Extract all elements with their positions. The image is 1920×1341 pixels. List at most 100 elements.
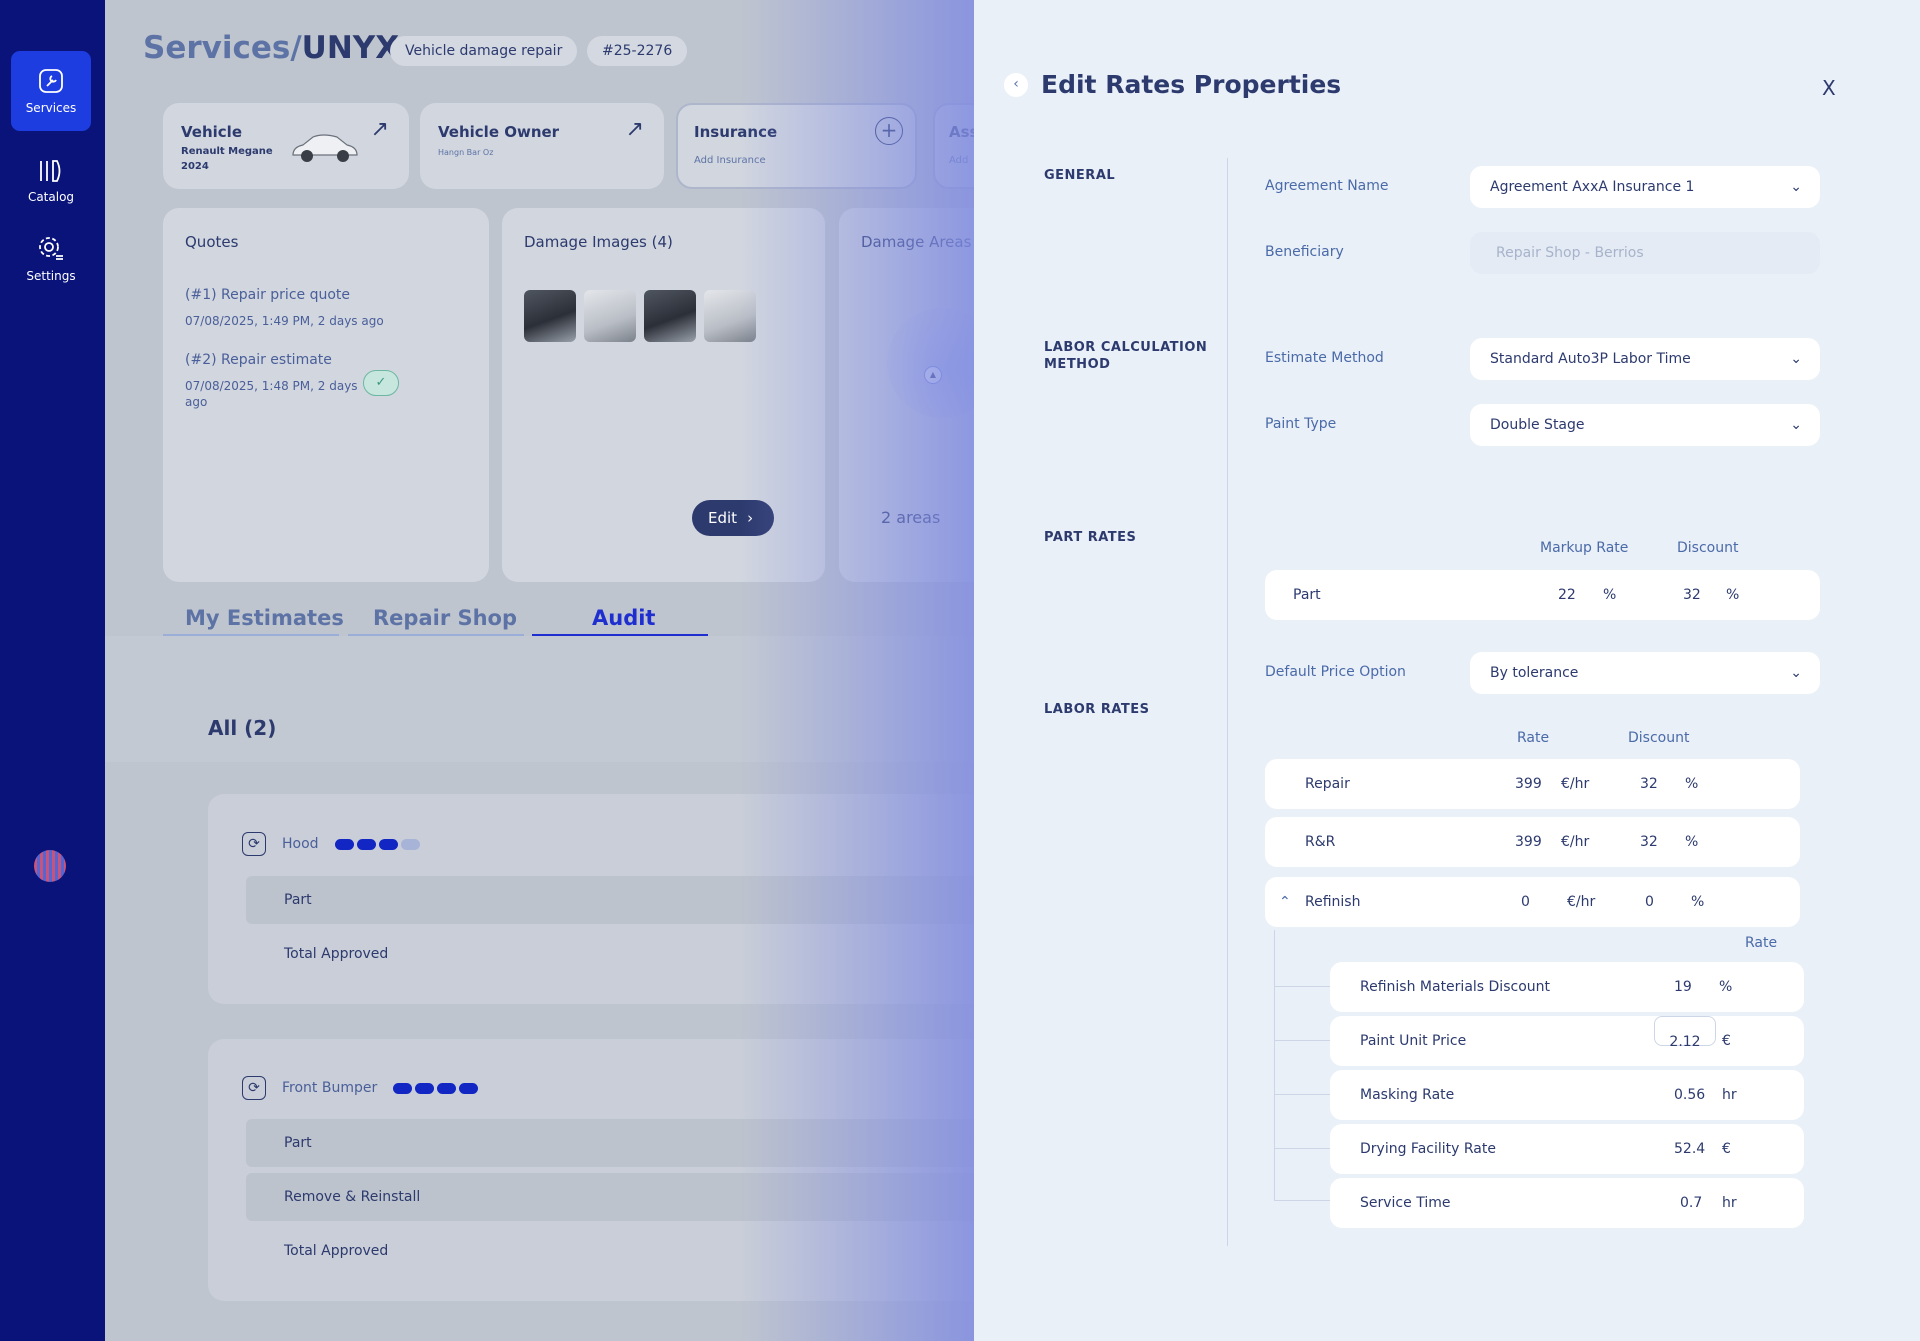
chevron-up-icon[interactable]: ⌃ [1279,877,1291,927]
tree-connector [1274,1040,1330,1041]
tree-connector [1274,1148,1330,1149]
discount-header: Discount [1677,540,1739,556]
sync-icon[interactable]: ⟳ [242,832,266,856]
damage-marker-icon[interactable]: ▲ [924,366,942,384]
tab-repair-shop[interactable]: Repair Shop [373,606,517,636]
owner-name: Hangn Bar Oz [438,148,494,157]
breadcrumb-root[interactable]: Services/ [143,30,302,66]
default-price-option-select[interactable]: By tolerance ⌄ [1470,652,1820,694]
insurance-card[interactable]: Insurance Add Insurance + [676,103,917,189]
add-assessor-link[interactable]: Add [949,155,968,166]
vehicle-owner-card[interactable]: Vehicle Owner Hangn Bar Oz ↗ [420,103,664,189]
quote-date-2: 07/08/2025, 1:48 PM, 2 days [185,379,358,393]
labor-discount-unit: % [1685,776,1699,792]
damage-image-thumb[interactable] [584,290,636,342]
refinish-row-value[interactable]: 52.4 [1674,1124,1705,1174]
chevron-down-icon: ⌄ [1790,351,1802,367]
sync-icon[interactable]: ⟳ [242,1076,266,1100]
back-chevron-icon[interactable]: ‹ [1004,73,1028,97]
all-estimates-count[interactable]: All (2) [208,716,276,740]
labor-discount-input[interactable]: 0 [1645,877,1654,927]
labor-discount-header: Discount [1628,730,1690,746]
estimate-method-select[interactable]: Standard Auto3P Labor Time ⌄ [1470,338,1820,380]
refinish-row-name: Service Time [1360,1195,1451,1211]
labor-discount-input[interactable]: 32 [1640,817,1658,867]
sidebar: Services Catalog Settings [0,0,105,1341]
estimate-group-header[interactable]: ⟳ Hood [242,832,423,856]
refinish-row-value[interactable]: 0.7 [1680,1178,1702,1228]
damage-areas-title: Damage Areas [861,233,972,251]
tab-audit[interactable]: Audit [592,606,655,636]
insurance-card-title: Insurance [694,123,778,141]
edit-images-button[interactable]: Edit › [692,500,774,536]
gear-icon [39,237,63,260]
estimate-method-value: Standard Auto3P Labor Time [1490,351,1691,367]
edit-label: Edit [708,509,738,527]
refinish-row: Masking Rate 0.56 hr [1330,1070,1804,1120]
estimate-method-label: Estimate Method [1265,350,1384,366]
labor-rate-input[interactable]: 399 [1515,759,1542,809]
section-labor-calc-line1: LABOR CALCULATION [1044,340,1208,355]
open-arrow-icon[interactable]: ↗ [626,117,644,142]
quote-link-2[interactable]: (#2) Repair estimate [185,352,332,368]
markup-rate-unit: % [1603,587,1617,603]
part-discount-input[interactable]: 32 [1683,570,1701,620]
damage-images-card: Damage Images (4) Edit › [502,208,825,582]
quote-date-1: 07/08/2025, 1:49 PM, 2 days ago [185,314,384,328]
damage-images-title: Damage Images (4) [524,233,673,251]
part-rate-row: Part 22 % 32 % [1265,570,1820,620]
refinish-row-value[interactable]: 0.56 [1674,1070,1705,1120]
sidebar-item-settings[interactable]: Settings [11,219,91,299]
damage-image-thumb[interactable] [704,290,756,342]
labor-rate-name: Repair [1305,776,1350,792]
paint-unit-price-input[interactable]: 2.12 [1654,1016,1716,1050]
beneficiary-input[interactable]: Repair Shop - Berrios [1470,232,1820,274]
default-price-option-value: By tolerance [1490,665,1579,681]
tab-my-estimates[interactable]: My Estimates [185,606,344,636]
paint-type-select[interactable]: Double Stage ⌄ [1470,404,1820,446]
agreement-name-label: Agreement Name [1265,178,1389,194]
labor-rate-unit: €/hr [1567,894,1596,910]
agreement-name-value: Agreement AxxA Insurance 1 [1490,179,1695,195]
labor-rate-input[interactable]: 0 [1521,877,1530,927]
quotes-title: Quotes [185,233,239,251]
estimate-group-name: Front Bumper [282,1080,378,1096]
section-part-rates: PART RATES [1044,530,1137,545]
part-rate-name: Part [1293,587,1321,603]
sidebar-item-catalog[interactable]: Catalog [11,141,91,221]
section-divider [1227,158,1228,1246]
refinish-row-name: Masking Rate [1360,1087,1455,1103]
labor-rate-header: Rate [1517,730,1550,746]
labor-rate-row-refinish[interactable]: ⌃ Refinish 0 €/hr 0 % [1265,877,1800,927]
edit-rates-drawer: ‹ Edit Rates Properties X GENERAL LABOR … [974,0,1920,1341]
labor-discount-input[interactable]: 32 [1640,759,1658,809]
estimate-group-header[interactable]: ⟳ Front Bumper [242,1076,481,1100]
tree-connector [1274,930,1275,1200]
breadcrumb-current: UNYX [301,30,400,66]
sidebar-item-label: Catalog [27,190,75,204]
refinish-row-value[interactable]: 19 [1674,962,1692,1012]
default-price-option-label: Default Price Option [1265,664,1406,680]
chevron-down-icon: ⌄ [1790,417,1802,433]
add-insurance-link[interactable]: Add Insurance [694,155,766,166]
damage-image-thumb[interactable] [524,290,576,342]
refinish-row: Service Time 0.7 hr [1330,1178,1804,1228]
vehicle-card[interactable]: Vehicle Renault Megane 2024 ↗ [163,103,409,189]
refinish-row-name: Refinish Materials Discount [1360,979,1550,995]
section-labor-calc: LABOR CALCULATION METHOD [1044,339,1207,373]
agreement-name-select[interactable]: Agreement AxxA Insurance 1 ⌄ [1470,166,1820,208]
add-icon[interactable]: + [875,117,903,145]
close-button[interactable]: X [1822,76,1836,100]
markup-rate-input[interactable]: 22 [1558,570,1576,620]
quote-link-1[interactable]: (#1) Repair price quote [185,287,350,303]
brand-logo-icon [34,850,66,882]
chevron-right-icon: › [747,509,754,527]
open-arrow-icon[interactable]: ↗ [371,117,389,142]
ticket-id-badge: #25-2276 [587,36,688,66]
labor-rate-unit: €/hr [1561,776,1590,792]
labor-rate-input[interactable]: 399 [1515,817,1542,867]
sidebar-item-services[interactable]: Services [11,51,91,131]
drawer-title: Edit Rates Properties [1041,70,1342,99]
damage-image-thumb[interactable] [644,290,696,342]
sidebar-item-label: Settings [26,269,76,283]
